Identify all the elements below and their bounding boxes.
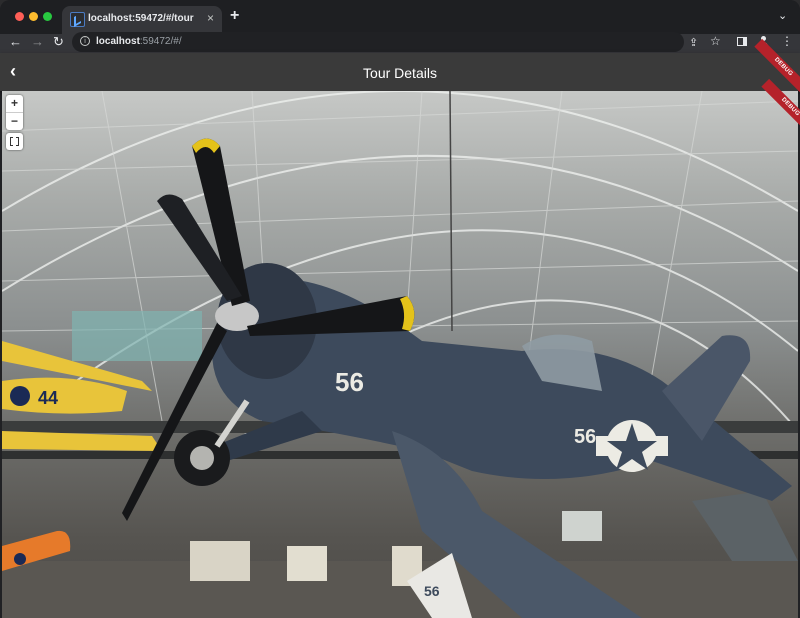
forward-arrow-icon[interactable]: → xyxy=(31,34,44,49)
tank-number: 56 xyxy=(424,583,440,599)
panorama-viewer[interactable]: 44 56 56 56 + − xyxy=(2,91,798,618)
url-text[interactable]: localhost:59472/#/ xyxy=(96,36,182,47)
app-bar: ‹ Tour Details xyxy=(0,53,800,91)
side-panel-icon[interactable] xyxy=(737,37,747,46)
page-title: Tour Details xyxy=(363,65,437,81)
wing-number: 56 xyxy=(574,426,596,448)
reload-icon[interactable]: ↻ xyxy=(53,34,64,50)
maximize-window-button[interactable] xyxy=(43,12,52,21)
new-tab-button[interactable]: + xyxy=(230,7,239,25)
zoom-in-button[interactable]: + xyxy=(6,95,23,113)
url-host: localhost xyxy=(96,36,140,47)
browser-tab[interactable]: localhost:59472/#/tour × xyxy=(62,6,222,34)
address-bar[interactable]: i localhost:59472/#/ xyxy=(72,32,684,52)
browser-window: localhost:59472/#/tour × + ⌄ ← → ↻ i loc… xyxy=(0,0,800,618)
browser-toolbar: ← → ↻ i localhost:59472/#/ ⇪ ☆ ⋮ xyxy=(0,32,800,53)
zoom-control: + − xyxy=(6,95,23,130)
tab-close-icon[interactable]: × xyxy=(207,11,214,25)
tab-search-chevron-icon[interactable]: ⌄ xyxy=(778,9,787,22)
share-icon[interactable]: ⇪ xyxy=(689,36,698,49)
close-window-button[interactable] xyxy=(15,12,24,21)
browser-menu-icon[interactable]: ⋮ xyxy=(781,34,793,48)
bookmark-star-icon[interactable]: ☆ xyxy=(710,34,721,48)
back-arrow-icon[interactable]: ← xyxy=(9,34,22,49)
flutter-favicon-icon xyxy=(70,12,85,27)
yellow-plane-number: 44 xyxy=(38,388,58,408)
zoom-out-button[interactable]: − xyxy=(6,113,23,130)
tab-strip: localhost:59472/#/tour × + ⌄ xyxy=(0,0,800,34)
url-path: :59472/#/ xyxy=(139,36,182,47)
fullscreen-icon[interactable] xyxy=(6,133,23,150)
fuselage-number: 56 xyxy=(335,367,364,397)
site-info-icon[interactable]: i xyxy=(80,36,90,46)
minimize-window-button[interactable] xyxy=(29,12,38,21)
hangar-aircraft-photo: 44 56 56 56 xyxy=(2,91,798,618)
tab-title: localhost:59472/#/tour xyxy=(88,13,194,24)
